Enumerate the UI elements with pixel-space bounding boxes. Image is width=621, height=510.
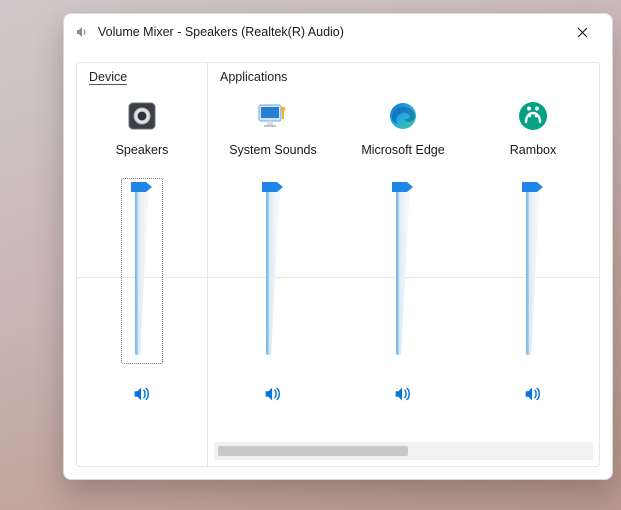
app-mute-button[interactable]	[513, 379, 553, 409]
system-sounds-icon[interactable]	[255, 93, 291, 139]
device-label: Speakers	[116, 143, 169, 161]
applications-section: Applications	[208, 63, 599, 466]
app-mute-button[interactable]	[253, 379, 293, 409]
volume-mixer-window: Volume Mixer - Speakers (Realtek(R) Audi…	[63, 13, 613, 480]
device-mute-button[interactable]	[122, 379, 162, 409]
volume-icon	[131, 383, 153, 405]
mixer-body: Device Speakers	[76, 62, 600, 467]
applications-section-label: Applications	[208, 63, 599, 87]
slider-track	[396, 187, 410, 355]
app-label: Rambox	[510, 143, 557, 161]
slider-thumb[interactable]	[392, 181, 414, 193]
device-section-label: Device	[77, 63, 207, 87]
titlebar: Volume Mixer - Speakers (Realtek(R) Audi…	[64, 14, 612, 50]
desktop-background: Volume Mixer - Speakers (Realtek(R) Audi…	[0, 0, 621, 510]
slider-track	[135, 187, 149, 355]
volume-icon	[392, 383, 414, 405]
device-section-label-text: Device	[89, 70, 127, 85]
slider-thumb[interactable]	[522, 181, 544, 193]
device-section: Device Speakers	[77, 63, 208, 466]
speaker-device-icon[interactable]	[125, 93, 159, 139]
edge-icon[interactable]	[386, 93, 420, 139]
close-button[interactable]	[560, 17, 604, 47]
slider-track	[526, 187, 540, 355]
close-icon	[577, 27, 588, 38]
device-item: Speakers	[77, 87, 207, 409]
slider-thumb[interactable]	[262, 181, 284, 193]
device-volume-slider[interactable]	[122, 179, 162, 363]
speaker-title-icon	[74, 24, 90, 40]
app-volume-slider[interactable]	[513, 179, 553, 363]
app-volume-slider[interactable]	[383, 179, 423, 363]
volume-icon	[262, 383, 284, 405]
app-item-rambox: Rambox	[468, 87, 598, 442]
app-label: Microsoft Edge	[361, 143, 444, 161]
slider-track	[266, 187, 280, 355]
app-label: System Sounds	[229, 143, 317, 161]
window-title: Volume Mixer - Speakers (Realtek(R) Audi…	[98, 25, 344, 39]
slider-thumb[interactable]	[131, 181, 153, 193]
app-volume-slider[interactable]	[253, 179, 293, 363]
app-mute-button[interactable]	[383, 379, 423, 409]
rambox-icon[interactable]	[517, 93, 549, 139]
app-item-system-sounds: System Sounds	[208, 87, 338, 442]
scrollbar-thumb[interactable]	[218, 446, 408, 456]
volume-icon	[522, 383, 544, 405]
applications-scrollbar[interactable]	[214, 442, 593, 460]
applications-row: System Sounds	[208, 87, 599, 442]
app-item-microsoft-edge: Microsoft Edge	[338, 87, 468, 442]
